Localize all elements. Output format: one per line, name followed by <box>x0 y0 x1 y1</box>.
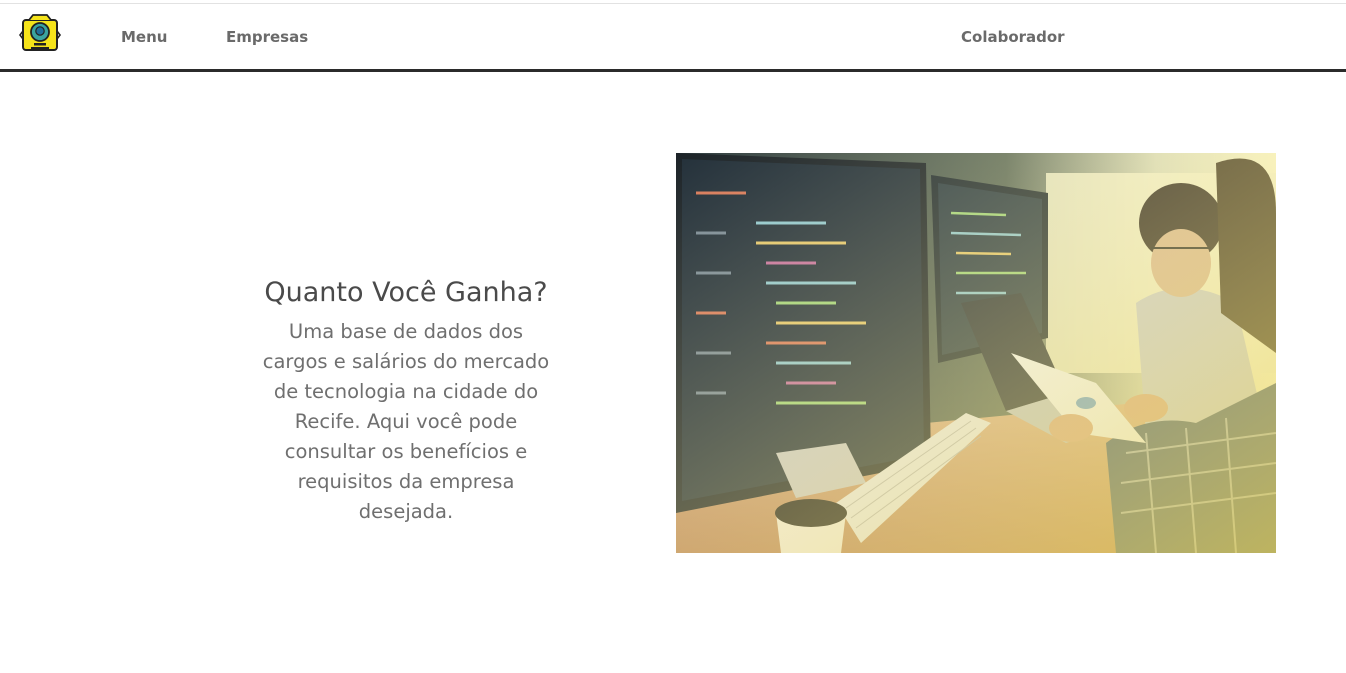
hero-photo <box>676 153 1276 553</box>
hero-title: Quanto Você Ganha? <box>264 277 548 308</box>
nav-menu-link[interactable]: Menu <box>121 28 167 46</box>
navbar: Menu Empresas Colaborador <box>0 4 1346 70</box>
navbar-border <box>0 69 1346 72</box>
nav-empresas-link[interactable]: Empresas <box>226 28 308 46</box>
nav-colaborador-link[interactable]: Colaborador <box>961 28 1065 46</box>
logo-icon[interactable] <box>19 13 61 55</box>
hero-description: Uma base de dados dos cargos e salários … <box>262 320 550 523</box>
